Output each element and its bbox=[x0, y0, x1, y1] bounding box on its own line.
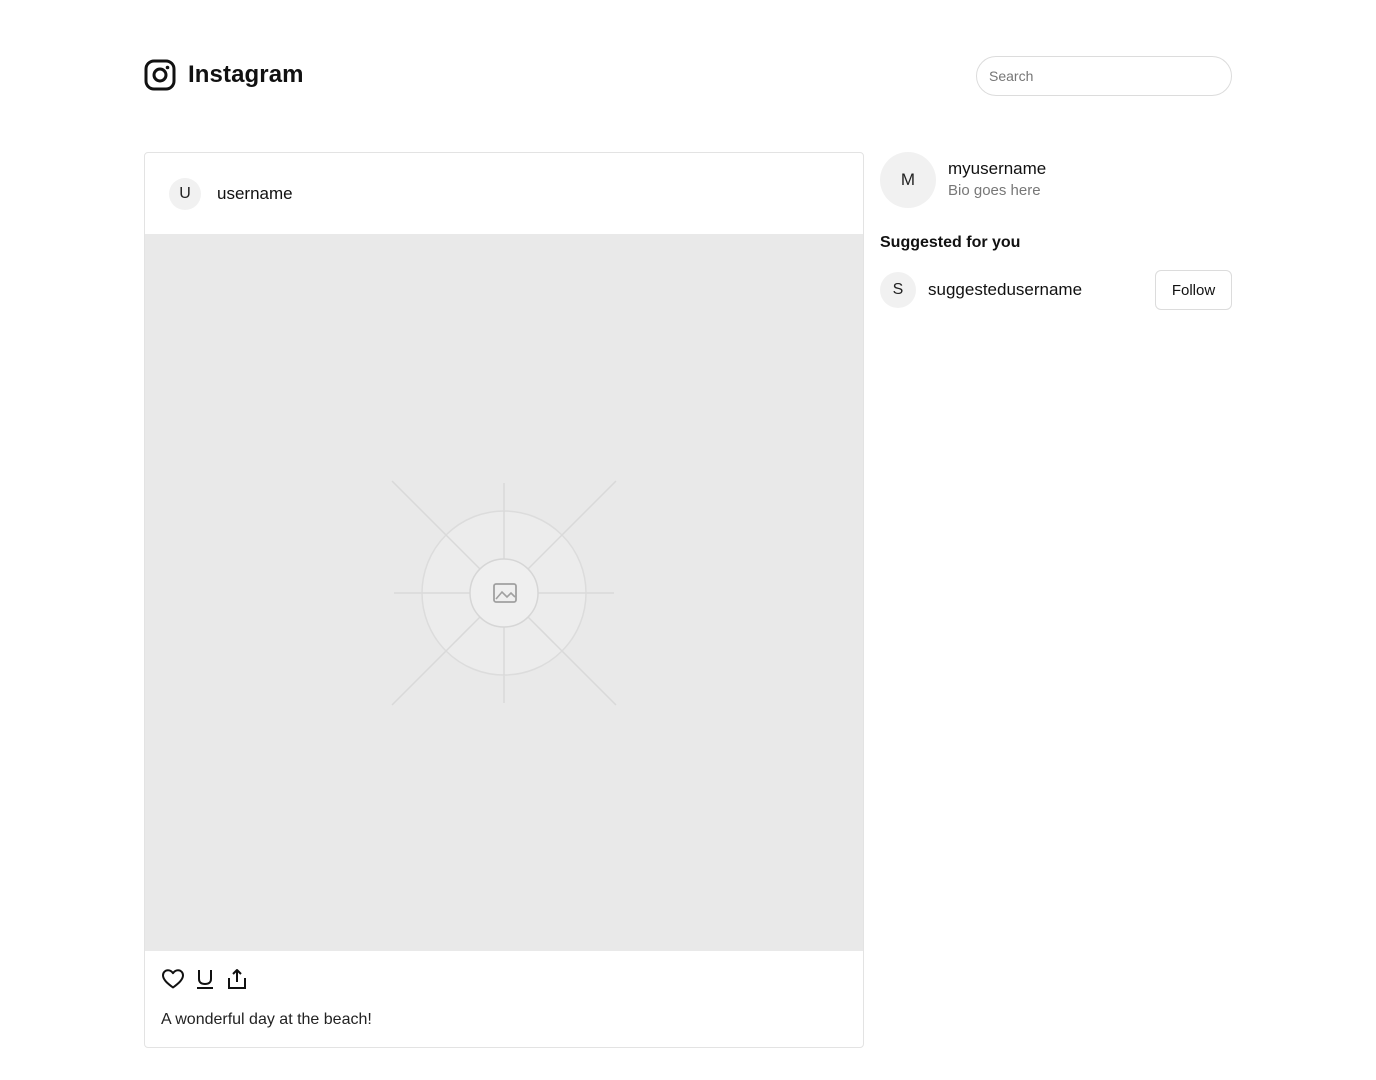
suggestion-item: S suggestedusername Follow bbox=[880, 270, 1232, 310]
instagram-logo-icon bbox=[144, 59, 176, 91]
current-user-info: myusername Bio goes here bbox=[948, 159, 1046, 201]
share-icon[interactable] bbox=[225, 967, 249, 991]
suggested-user-avatar[interactable]: S bbox=[880, 272, 916, 308]
sidebar: M myusername Bio goes here Suggested for… bbox=[880, 152, 1232, 310]
post-card: U username A wonderful day at the beach! bbox=[144, 152, 864, 1048]
brand[interactable]: Instagram bbox=[144, 59, 304, 91]
post-image[interactable] bbox=[145, 234, 863, 951]
current-user-profile: M myusername Bio goes here bbox=[880, 152, 1232, 208]
top-header: Instagram bbox=[144, 56, 1232, 96]
follow-button[interactable]: Follow bbox=[1155, 270, 1232, 310]
current-user-avatar[interactable]: M bbox=[880, 152, 936, 208]
post-author-avatar[interactable]: U bbox=[169, 177, 201, 210]
suggested-user-username[interactable]: suggestedusername bbox=[928, 280, 1082, 300]
post-header: U username bbox=[145, 153, 863, 234]
suggestions-title: Suggested for you bbox=[880, 234, 1021, 251]
image-placeholder-icon bbox=[391, 480, 617, 706]
post-caption: A wonderful day at the beach! bbox=[161, 1011, 372, 1028]
post-author-username[interactable]: username bbox=[217, 184, 293, 204]
current-user-username[interactable]: myusername bbox=[948, 159, 1046, 179]
current-user-bio: Bio goes here bbox=[948, 182, 1041, 199]
search-input[interactable] bbox=[976, 56, 1232, 96]
comment-icon[interactable] bbox=[193, 967, 217, 991]
heart-icon[interactable] bbox=[161, 967, 185, 991]
app-title: Instagram bbox=[188, 61, 304, 88]
post-actions bbox=[145, 951, 863, 1007]
